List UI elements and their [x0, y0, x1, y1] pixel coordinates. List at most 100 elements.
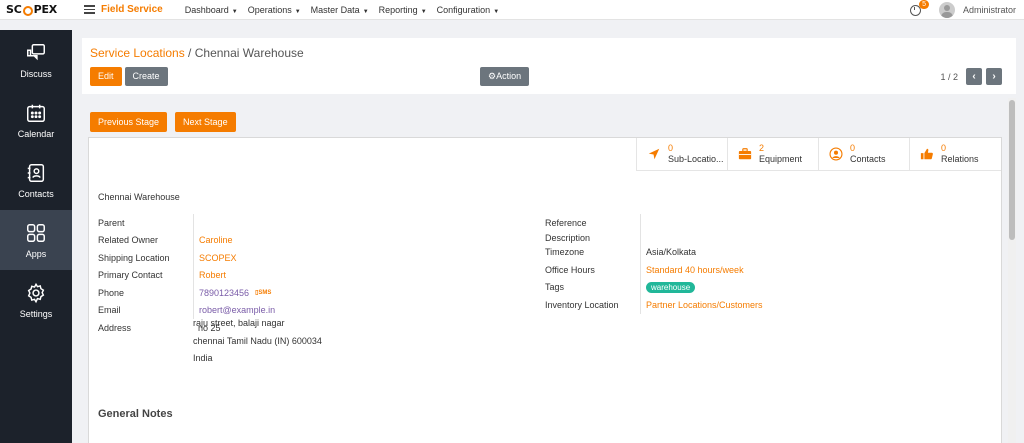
next-stage-button[interactable]: Next Stage	[175, 112, 236, 132]
field-label: Related Owner	[98, 235, 159, 246]
sub-locations-button[interactable]: 0 Sub-Locatio...	[637, 138, 728, 170]
scrollbar-thumb[interactable]	[1009, 100, 1015, 240]
location-arrow-icon	[648, 148, 660, 160]
create-button[interactable]: Create	[124, 67, 168, 86]
sms-label: SMS	[258, 290, 272, 297]
page-scrollbar[interactable]	[1008, 98, 1016, 443]
menu-label: Configuration	[436, 4, 491, 15]
menu-label: Reporting	[378, 4, 418, 15]
field-label: Timezone	[545, 247, 585, 258]
sidebar-item-label: Calendar	[17, 128, 55, 139]
menu-configuration[interactable]: Configuration ▼	[437, 5, 500, 15]
scopex-logo[interactable]: SC PEX	[0, 0, 72, 20]
previous-stage-button[interactable]: Previous Stage	[90, 112, 168, 132]
user-menu[interactable]: Administrator	[963, 5, 1016, 15]
control-panel: Service Locations / Chennai Warehouse Ed…	[82, 38, 1016, 94]
caret-down-icon: ▼	[493, 8, 500, 15]
sidebar-item-label: Contacts	[18, 188, 54, 199]
caret-down-icon: ▼	[420, 8, 427, 15]
address-line: India	[193, 353, 213, 363]
action-button[interactable]: ⚙Action	[480, 67, 530, 86]
timezone-value: Asia/Kolkata	[640, 243, 696, 261]
parent-value	[193, 214, 199, 232]
field-phone: Phone 7890123456 ▯SMS	[98, 284, 275, 302]
address-line: raju street, balaji nagar	[193, 318, 285, 328]
smart-value: 2	[759, 143, 765, 153]
sidebar-item-calendar[interactable]: Calendar	[0, 90, 72, 150]
sidebar-item-settings[interactable]: Settings	[0, 270, 72, 330]
field-primary-contact: Primary Contact Robert	[98, 266, 275, 284]
edit-button[interactable]: Edit	[90, 67, 122, 86]
breadcrumb-separator: /	[184, 46, 195, 60]
avatar[interactable]	[938, 2, 955, 18]
pager-next-button[interactable]: ›	[986, 68, 1002, 85]
field-label: Office Hours	[545, 264, 595, 275]
right-field-group: Reference Description Timezone Asia/Kolka…	[545, 214, 763, 314]
field-timezone: Timezone Asia/Kolkata	[545, 243, 763, 261]
briefcase-icon	[738, 148, 752, 160]
primary-contact-link[interactable]: Robert	[193, 266, 226, 284]
address-line: chennai Tamil Nadu (IN) 600034	[193, 335, 322, 346]
tag-badge[interactable]: warehouse	[646, 281, 696, 293]
inventory-location-link[interactable]: Partner Locations/Customers	[640, 296, 763, 314]
content-area: Service Locations / Chennai Warehouse Ed…	[82, 38, 1016, 94]
user-circle-icon	[829, 147, 843, 161]
field-reference: Reference	[545, 214, 763, 232]
office-hours-link[interactable]: Standard 40 hours/week	[640, 261, 744, 279]
breadcrumb: Service Locations / Chennai Warehouse	[90, 46, 1008, 60]
form-buttons: Edit Create	[90, 67, 168, 86]
sidebar: Discuss Calendar Contacts Apps Settings	[0, 30, 72, 443]
field-label: Email	[98, 305, 121, 316]
field-related-owner: Related Owner Caroline	[98, 231, 275, 249]
address-block: raju street, balaji nagar chennai Tamil …	[193, 315, 322, 368]
sidebar-item-label: Apps	[25, 248, 47, 259]
chevron-right-icon: ›	[992, 71, 996, 82]
field-label: Tags	[545, 282, 565, 293]
equipment-button[interactable]: 2 Equipment	[728, 138, 819, 170]
stage-bar: Previous Stage Next Stage	[90, 112, 236, 132]
field-label: Parent	[98, 217, 125, 228]
activity-clock-icon[interactable]: 5	[909, 0, 929, 16]
contacts-button[interactable]: 0 Contacts	[819, 138, 910, 170]
general-notes-title: General Notes	[98, 408, 173, 420]
phone-link[interactable]: 7890123456	[199, 288, 249, 298]
field-label: Address	[98, 322, 132, 333]
menu-label: Dashboard	[184, 4, 229, 15]
pager-previous-button[interactable]: ‹	[966, 68, 982, 85]
field-shipping-location: Shipping Location SCOPEX	[98, 249, 275, 267]
smart-label: Relations	[941, 154, 979, 164]
caret-down-icon: ▼	[231, 8, 238, 15]
calendar-icon	[27, 104, 45, 122]
sidebar-item-apps[interactable]: Apps	[0, 210, 72, 270]
thumbs-up-icon	[920, 148, 933, 160]
menu-dashboard[interactable]: Dashboard ▼	[185, 5, 238, 15]
field-label: Inventory Location	[545, 299, 619, 310]
sidebar-item-label: Settings	[19, 308, 53, 319]
top-navbar: SC PEX Field Service Dashboard ▼ Operation…	[0, 0, 1024, 20]
sidebar-item-contacts[interactable]: Contacts	[0, 150, 72, 210]
menu-master-data[interactable]: Master Data ▼	[311, 5, 369, 15]
smart-value: 0	[668, 143, 674, 153]
shipping-location-link[interactable]: SCOPEX	[193, 249, 237, 267]
menu-operations[interactable]: Operations ▼	[248, 5, 301, 15]
field-label: Reference	[545, 217, 587, 228]
sidebar-item-discuss[interactable]: Discuss	[0, 30, 72, 90]
breadcrumb-parent-link[interactable]: Service Locations	[90, 46, 185, 60]
notification-badge: 5	[919, 0, 929, 9]
top-menu: Dashboard ▼ Operations ▼ Master Data ▼ Repo…	[185, 5, 499, 15]
breadcrumb-current: Chennai Warehouse	[194, 46, 304, 60]
relations-button[interactable]: 0 Relations	[910, 138, 1001, 170]
menu-reporting[interactable]: Reporting ▼	[379, 5, 427, 15]
phone-value: 7890123456 ▯SMS	[193, 284, 271, 302]
pager-value[interactable]: 1 / 2	[940, 72, 958, 82]
field-label: Shipping Location	[98, 252, 170, 263]
form-sheet: 0 Sub-Locatio... 2 Equipment 0 Contacts 0 Re…	[88, 137, 1002, 443]
sms-button[interactable]: ▯SMS	[255, 289, 271, 296]
menu-toggle-icon[interactable]	[84, 5, 95, 14]
action-label: Action	[496, 71, 522, 81]
related-owner-link[interactable]: Caroline	[193, 231, 233, 249]
field-office-hours: Office Hours Standard 40 hours/week	[545, 261, 763, 279]
smart-label: Sub-Locatio...	[668, 154, 724, 164]
gear-icon	[27, 282, 45, 303]
app-name[interactable]: Field Service	[101, 4, 163, 15]
